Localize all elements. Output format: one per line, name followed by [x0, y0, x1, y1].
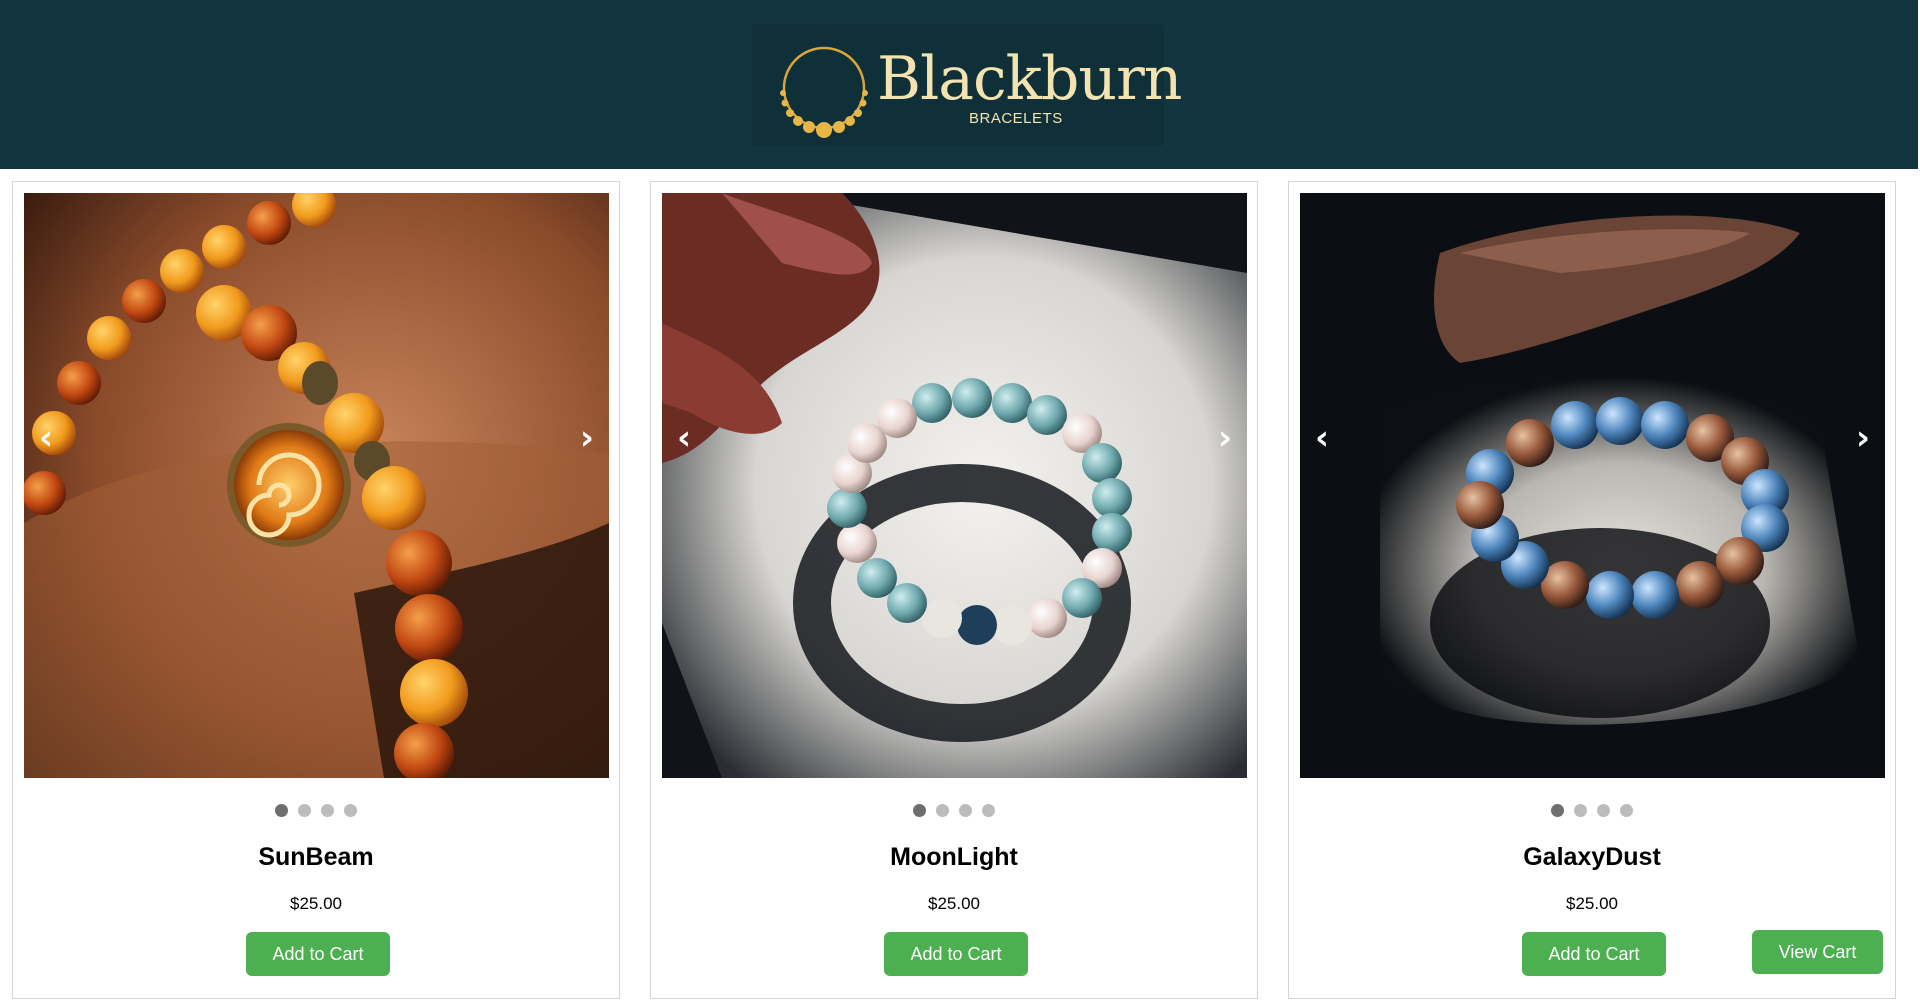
bracelet-photo: [24, 193, 609, 778]
add-to-cart-button[interactable]: Add to Cart: [246, 932, 390, 976]
carousel-dot[interactable]: [936, 804, 949, 817]
bracelet-photo: [662, 193, 1247, 778]
product-name: GalaxyDust: [1523, 843, 1661, 871]
carousel-dot[interactable]: [275, 804, 288, 817]
product-image-carousel: ‹ ›: [662, 193, 1247, 778]
carousel-dot[interactable]: [982, 804, 995, 817]
brand-name: Blackburn: [877, 44, 1182, 114]
view-cart-button[interactable]: View Cart: [1752, 930, 1883, 974]
product-name: MoonLight: [890, 843, 1018, 871]
brand-logo[interactable]: Blackburn BRACELETS: [752, 24, 1182, 146]
carousel-dot[interactable]: [1551, 804, 1564, 817]
product-image-carousel: ‹ ›: [1300, 193, 1885, 778]
carousel-dot[interactable]: [298, 804, 311, 817]
product-name: SunBeam: [258, 843, 374, 871]
carousel-dot[interactable]: [1620, 804, 1633, 817]
carousel-dot[interactable]: [321, 804, 334, 817]
carousel-dots: [651, 804, 1257, 817]
carousel-dots: [13, 804, 619, 817]
carousel-dot[interactable]: [344, 804, 357, 817]
product-image-carousel: ‹ ›: [24, 193, 609, 778]
carousel-dot[interactable]: [959, 804, 972, 817]
carousel-next-button[interactable]: ›: [1843, 418, 1883, 458]
product-card-galaxydust: ‹ › GalaxyDust $25.00 Add to Cart: [1288, 181, 1896, 999]
carousel-next-button[interactable]: ›: [1205, 418, 1245, 458]
product-price: $25.00: [290, 894, 342, 913]
carousel-next-button[interactable]: ›: [567, 418, 607, 458]
add-to-cart-button[interactable]: Add to Cart: [884, 932, 1028, 976]
carousel-dots: [1289, 804, 1895, 817]
product-price: $25.00: [1566, 894, 1618, 913]
brand-subtitle: BRACELETS: [969, 110, 1063, 127]
carousel-prev-button[interactable]: ‹: [1302, 418, 1342, 458]
site-header: Blackburn BRACELETS: [0, 0, 1918, 169]
carousel-prev-button[interactable]: ‹: [664, 418, 704, 458]
carousel-dot[interactable]: [1574, 804, 1587, 817]
product-price: $25.00: [928, 894, 980, 913]
carousel-dot[interactable]: [913, 804, 926, 817]
add-to-cart-button[interactable]: Add to Cart: [1522, 932, 1666, 976]
bracelet-photo: [1300, 193, 1885, 778]
product-card-sunbeam: ‹ › SunBeam $25.00 Add to Cart: [12, 181, 620, 999]
carousel-dot[interactable]: [1597, 804, 1610, 817]
product-card-moonlight: ‹ › MoonLight $25.00 Add to Cart: [650, 181, 1258, 999]
carousel-prev-button[interactable]: ‹: [26, 418, 66, 458]
